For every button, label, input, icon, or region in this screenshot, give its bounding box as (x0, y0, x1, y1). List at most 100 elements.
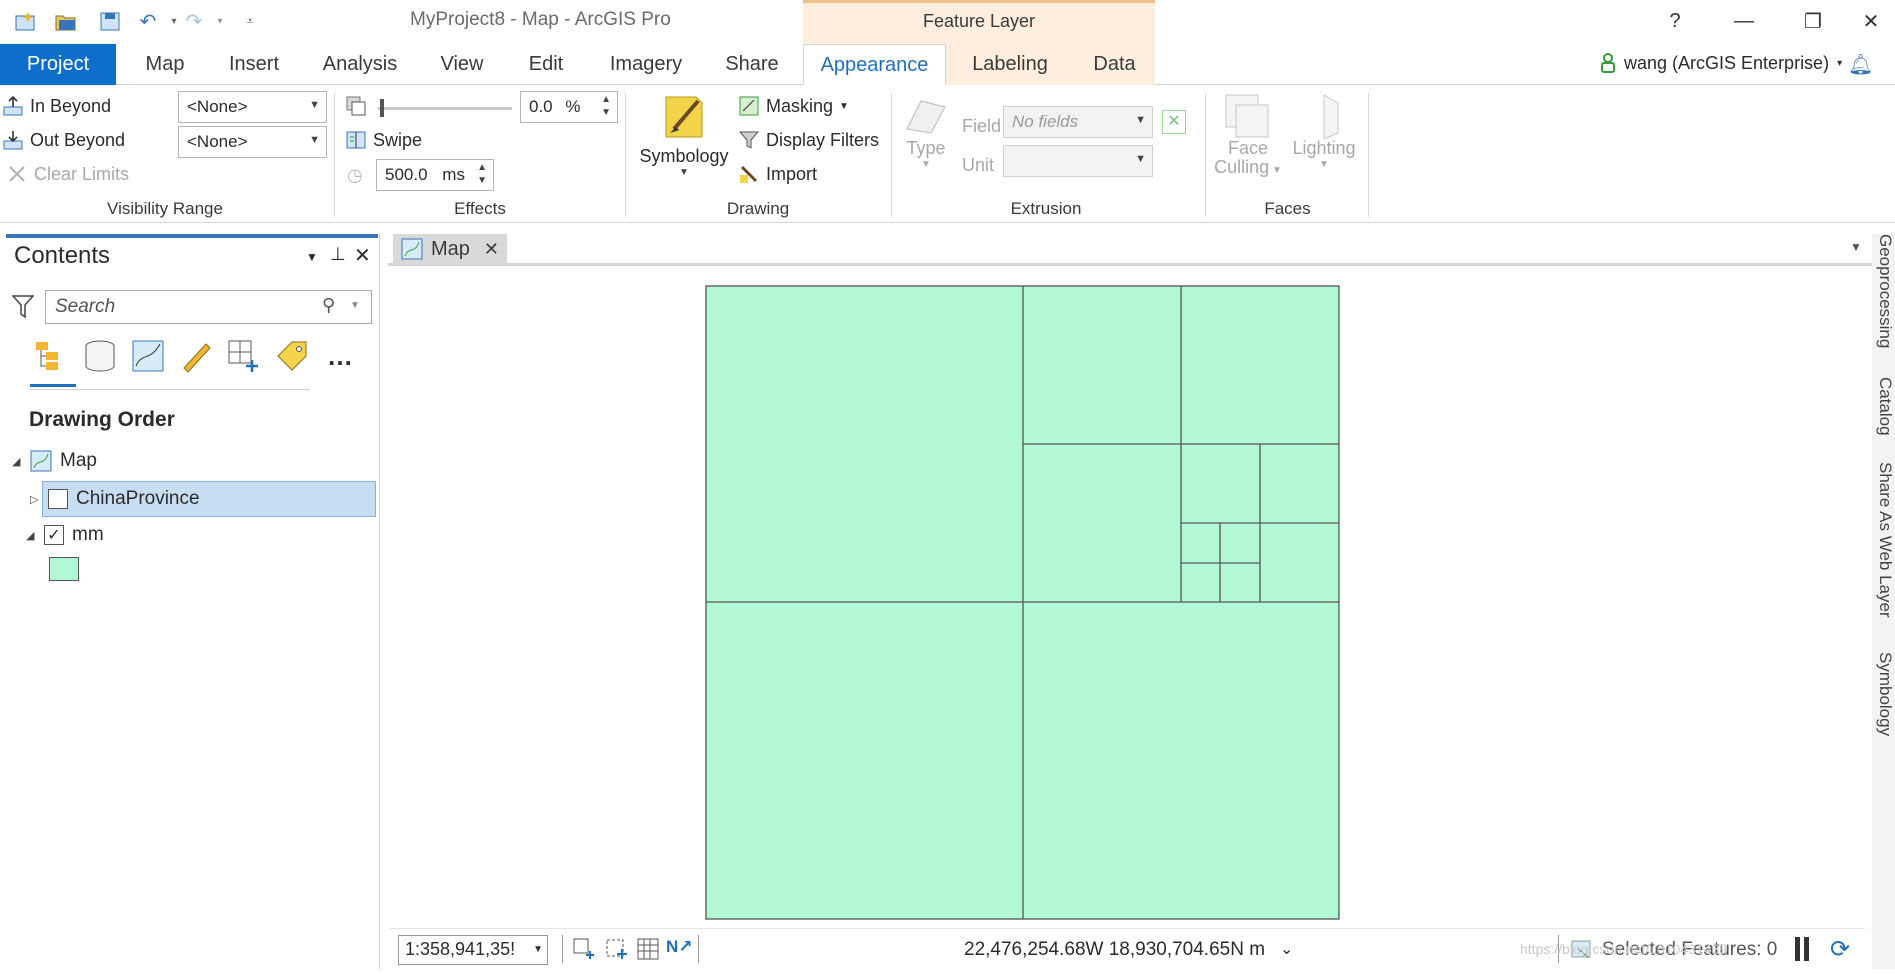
face-culling-button[interactable]: Face Culling ▼ (1212, 93, 1284, 178)
layer-symbol-patch[interactable] (49, 557, 79, 581)
lighting-button[interactable]: Lighting ▼ (1286, 93, 1362, 170)
tab-edit[interactable]: Edit (516, 44, 576, 85)
close-tab-icon[interactable]: ✕ (484, 239, 499, 260)
group-label-extrusion: Extrusion (1010, 199, 1082, 218)
expand-icon[interactable]: ▷ (30, 493, 40, 506)
redo-icon[interactable]: ↷ (180, 8, 208, 34)
tree-item-chinaprovince-content[interactable]: ▷ ChinaProvince (30, 482, 200, 516)
map-features[interactable] (390, 268, 1865, 928)
user-dropdown-icon[interactable]: ▾ (1837, 58, 1842, 69)
more-options-icon[interactable]: … (320, 336, 360, 376)
group-label-faces: Faces (1264, 199, 1311, 218)
spinner-icon[interactable]: ▲ ▼ (601, 93, 611, 119)
pause-drawing-icon[interactable] (1795, 937, 1800, 961)
customize-qat-icon[interactable]: ⩡ (236, 8, 264, 34)
refresh-icon[interactable]: ⟳ (1830, 935, 1850, 964)
collapse-icon[interactable]: ◢ (12, 455, 22, 468)
right-dock: Geoprocessing Catalog Share As Web Layer… (1872, 234, 1895, 969)
list-by-snapping-icon[interactable] (224, 336, 264, 376)
collapse-icon[interactable]: ◢ (26, 529, 36, 542)
pin-icon[interactable]: ⊥ (330, 244, 346, 265)
undo-icon[interactable]: ↶ (134, 8, 162, 34)
tab-map[interactable]: Map (122, 44, 208, 85)
tab-appearance[interactable]: Appearance (803, 44, 946, 86)
tab-symbology[interactable]: Symbology (1872, 652, 1895, 736)
tab-labeling[interactable]: Labeling (946, 44, 1074, 85)
list-by-drawing-order-icon[interactable] (30, 336, 70, 376)
spinner-icon[interactable]: ▲ ▼ (477, 161, 487, 187)
list-by-selection-icon[interactable] (128, 336, 168, 376)
extrusion-field-combo[interactable]: No fields ▼ (1003, 106, 1153, 138)
extrusion-type-button[interactable]: Type ▼ (898, 93, 954, 170)
visibility-checkbox-checked[interactable]: ✓ (44, 525, 64, 545)
save-project-icon[interactable] (96, 8, 124, 34)
visibility-checkbox[interactable] (48, 489, 68, 509)
list-by-editing-icon[interactable] (176, 336, 216, 376)
map-view-tab[interactable]: Map ✕ (393, 234, 507, 264)
section-heading: Drawing Order (29, 408, 175, 431)
map-canvas[interactable] (390, 268, 1865, 928)
display-filters-button[interactable]: Display Filters (738, 129, 879, 151)
tab-share[interactable]: Share (712, 44, 792, 85)
chevron-down-icon: ▼ (1319, 159, 1329, 170)
notification-bell-icon[interactable]: 🔔︎ (1848, 52, 1873, 77)
out-beyond-scale-combo[interactable]: <None> ▼ (178, 126, 327, 158)
snapping-icon[interactable] (604, 937, 628, 966)
swipe-button[interactable]: Swipe (345, 129, 422, 151)
filter-icon[interactable] (11, 294, 35, 325)
restore-button[interactable]: ❐ (1793, 4, 1833, 38)
in-beyond-scale-combo[interactable]: <None> ▼ (178, 91, 327, 123)
symbology-button[interactable]: Symbology ▼ (636, 91, 732, 178)
tab-imagery[interactable]: Imagery (596, 44, 696, 85)
tree-item-mm[interactable]: ◢ ✓ mm (26, 518, 104, 552)
search-options-icon[interactable]: ▼ (350, 300, 360, 311)
tab-geoprocessing[interactable]: Geoprocessing (1872, 234, 1895, 348)
contents-title: Contents (14, 242, 111, 269)
out-beyond-button[interactable]: Out Beyond (2, 129, 125, 151)
face-culling-label-2: Culling (1214, 157, 1270, 177)
tree-item-label: Map (60, 450, 97, 471)
search-icon[interactable]: ⚲ (322, 295, 335, 316)
tab-insert[interactable]: Insert (214, 44, 294, 85)
search-input[interactable]: Search ⚲ ▼ (45, 290, 372, 324)
close-button[interactable]: ✕ (1851, 4, 1891, 38)
close-pane-icon[interactable]: ✕ (354, 243, 371, 268)
user-account[interactable]: wang (ArcGIS Enterprise) ▾ (1600, 52, 1842, 74)
flicker-interval-input[interactable]: 500.0 ms ▲ ▼ (376, 159, 494, 191)
fixed-zoom-icon[interactable] (572, 937, 596, 966)
transparency-slider-thumb[interactable] (380, 99, 384, 117)
view-options-icon[interactable]: ▼ (1850, 240, 1862, 254)
tree-item-map[interactable]: ◢ Map (12, 444, 97, 478)
tab-data[interactable]: Data (1074, 44, 1155, 85)
minimize-button[interactable]: — (1724, 4, 1764, 38)
coordinate-format-chevron-icon[interactable]: ⌄ (1280, 939, 1293, 959)
scale-combo[interactable]: 1:358,941,35! ▼ (398, 935, 548, 965)
new-project-icon[interactable] (12, 8, 40, 34)
tab-share-as-web-layer[interactable]: Share As Web Layer (1872, 462, 1895, 618)
out-beyond-icon (3, 131, 23, 150)
transparency-input[interactable]: 0.0 % ▲ ▼ (520, 91, 618, 123)
north-arrow-correction-icon[interactable]: N↗ (666, 937, 693, 957)
tab-analysis[interactable]: Analysis (312, 44, 408, 85)
masking-button[interactable]: Masking ▼ (738, 95, 849, 117)
clear-limits-button[interactable]: Clear Limits (6, 163, 129, 185)
in-beyond-button[interactable]: In Beyond (2, 95, 111, 117)
list-by-labeling-icon[interactable] (272, 336, 312, 376)
extrusion-expression-icon[interactable]: ✕ (1162, 110, 1186, 134)
pane-options-icon[interactable]: ▼ (306, 250, 318, 264)
extrusion-unit-combo[interactable]: ▼ (1003, 145, 1153, 177)
grid-icon[interactable] (636, 937, 660, 966)
group-label-visibility-range: Visibility Range (107, 199, 223, 218)
chevron-down-icon: ▼ (1135, 114, 1146, 126)
transparency-slider[interactable] (378, 99, 512, 117)
tab-view[interactable]: View (426, 44, 498, 85)
help-button[interactable]: ? (1655, 4, 1695, 38)
map-view-tabbar: Map ✕ ▼ (388, 234, 1878, 266)
open-project-icon[interactable] (52, 8, 80, 34)
redo-dropdown-icon[interactable]: ▾ (206, 8, 234, 34)
tab-project[interactable]: Project (0, 44, 116, 85)
flicker-unit: ms (442, 165, 465, 184)
import-symbology-button[interactable]: Import (738, 163, 817, 185)
list-by-source-icon[interactable] (80, 336, 120, 376)
tab-catalog[interactable]: Catalog (1872, 377, 1895, 436)
